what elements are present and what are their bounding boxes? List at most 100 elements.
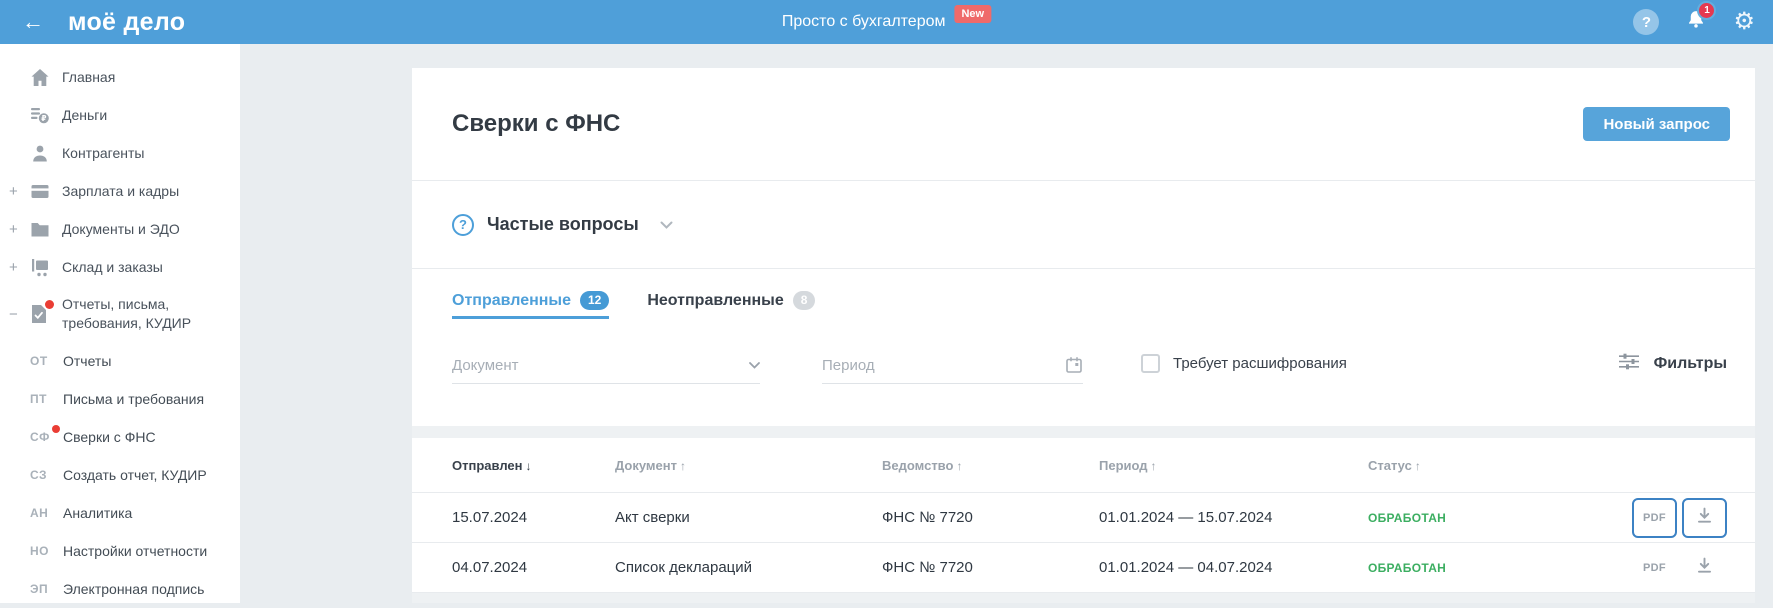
subitem-prefix: ЭП [30,582,49,596]
sidebar-item-label: Склад и заказы [62,258,163,275]
notification-count-badge: 1 [1697,1,1717,20]
download-icon [1696,557,1713,578]
table-row[interactable]: 15.07.2024 Акт сверки ФНС № 7720 01.01.2… [412,493,1755,543]
sidebar: Главная ₽ Деньги Контрагенты + Зарплата … [0,44,240,603]
expander: + [9,258,18,276]
promo-tagline: Просто с бухгалтером [781,13,946,30]
expander: + [9,182,18,200]
document-select[interactable] [452,357,760,384]
subitem-prefix: СФ [30,425,63,444]
subitem-prefix: НО [30,544,49,558]
sidebar-item-reports[interactable]: − Отчеты, письма, требования, КУДИР [0,286,240,342]
sidebar-item-contractors[interactable]: Контрагенты [0,134,240,172]
download-button[interactable] [1682,547,1727,588]
sidebar-item-label: Контрагенты [62,144,145,161]
sidebar-item-label: Главная [62,68,116,85]
new-badge: New [954,5,992,23]
sort-up-icon: ↑ [956,458,963,473]
sidebar-item-documents[interactable]: + Документы и ЭДО [0,210,240,248]
expander: + [9,220,18,238]
pdf-button[interactable]: PDF [1632,547,1677,588]
notifications-bell[interactable]: 1 [1686,1,1717,35]
sidebar-subitem-analytics[interactable]: АН Аналитика [0,494,240,532]
subitem-label: Аналитика [63,505,133,521]
sidebar-item-salary[interactable]: + Зарплата и кадры [0,172,240,210]
back-arrow-icon[interactable]: ← [22,11,44,33]
subitem-label: Отчеты [63,353,112,369]
help-icon[interactable]: ? [1633,9,1660,35]
pdf-button[interactable]: PDF [1632,497,1677,538]
top-bar: ← моё дело Просто с бухгалтером New ? 1 … [0,0,1773,44]
column-header-agency[interactable]: Ведомство ↑ [882,458,1099,473]
sort-up-icon: ↑ [680,458,686,473]
subitem-label: Электронная подпись [63,581,205,597]
filters-button[interactable]: Фильтры [1618,353,1727,375]
sidebar-subitem-create-report[interactable]: СЗ Создать отчет, КУДИР [0,456,240,494]
sliders-icon [1618,353,1639,375]
calendar-icon[interactable] [1065,356,1083,374]
subitem-label: Письма и требования [63,391,205,407]
sort-up-icon: ↑ [1150,458,1157,473]
faq-section[interactable]: ? Частые вопросы [412,181,1755,268]
app-logo[interactable]: моё дело [68,8,185,37]
home-icon [30,68,52,87]
sidebar-item-home[interactable]: Главная [0,58,240,96]
sidebar-subitem-esignature[interactable]: ЭП Электронная подпись [0,570,240,608]
download-button[interactable] [1682,497,1727,538]
table-header: Отправлен ↓ Документ ↑ Ведомство ↑ Период ↑ … [412,438,1755,493]
tab-count-badge: 8 [792,291,816,311]
faq-label: Частые вопросы [487,214,639,234]
tab-unsent[interactable]: Неотправленные 8 [647,291,816,319]
period-input[interactable] [822,356,1065,374]
chevron-down-icon[interactable] [749,362,760,369]
column-header-status[interactable]: Статус ↑ [1368,458,1607,473]
filters-label: Фильтры [1653,355,1727,372]
promo-banner[interactable]: Просто с бухгалтером New [781,0,992,44]
sidebar-item-label: Документы и ЭДО [62,220,180,237]
sidebar-item-warehouse[interactable]: + Склад и заказы [0,248,240,286]
tab-sent[interactable]: Отправленные 12 [452,291,610,320]
column-header-sent[interactable]: Отправлен ↓ [452,458,615,473]
tab-count-badge: 12 [579,291,610,311]
period-field[interactable] [822,356,1083,384]
section-separator [412,426,1755,438]
status-badge: ОБРАБОТАН [1368,510,1447,525]
documents-folder-icon [30,220,52,239]
decryption-filter: Требует расшифрования [1141,354,1347,373]
pdf-label: PDF [1643,561,1666,574]
money-icon: ₽ [30,106,52,125]
sidebar-item-money[interactable]: ₽ Деньги [0,96,240,134]
cell-sent-date: 15.07.2024 [452,509,528,526]
notification-dot [52,425,60,433]
subitem-prefix: ПТ [30,392,47,406]
sort-down-icon: ↓ [525,458,532,473]
cell-document: Акт сверки [615,509,690,526]
pdf-label: PDF [1643,511,1666,524]
salary-icon [30,182,52,201]
tab-label: Неотправленные [647,291,784,309]
status-badge: ОБРАБОТАН [1368,560,1447,575]
contractors-icon [30,144,52,163]
tabs-bar: Отправленные 12 Неотправленные 8 [412,269,1755,320]
column-header-document[interactable]: Документ ↑ [615,458,882,473]
cell-period: 01.01.2024 — 15.07.2024 [1099,509,1273,526]
subitem-label: Сверки с ФНС [63,429,156,445]
column-header-period[interactable]: Период ↑ [1099,458,1368,473]
page-title: Сверки с ФНС [452,110,621,137]
sidebar-subitem-reports[interactable]: ОТ Отчеты [0,342,240,380]
section-separator [412,593,1755,603]
sidebar-subitem-report-settings[interactable]: НО Настройки отчетности [0,532,240,570]
table-row[interactable]: 04.07.2024 Список деклараций ФНС № 7720 … [412,543,1755,593]
new-request-button[interactable]: Новый запрос [1583,107,1730,141]
decryption-checkbox[interactable] [1141,354,1160,373]
filters-row: Требует расшифрования Фильтры [412,320,1755,384]
sort-up-icon: ↑ [1414,458,1421,473]
document-select-input[interactable] [452,357,749,374]
subitem-prefix: ОТ [30,354,48,368]
sidebar-subitem-fns-reconciliations[interactable]: СФ Сверки с ФНС [0,418,240,456]
settings-gear-icon[interactable]: ⚙ [1733,10,1755,34]
expander: − [9,305,18,323]
chevron-down-icon[interactable] [660,221,673,229]
sidebar-subitem-letters[interactable]: ПТ Письма и требования [0,380,240,418]
